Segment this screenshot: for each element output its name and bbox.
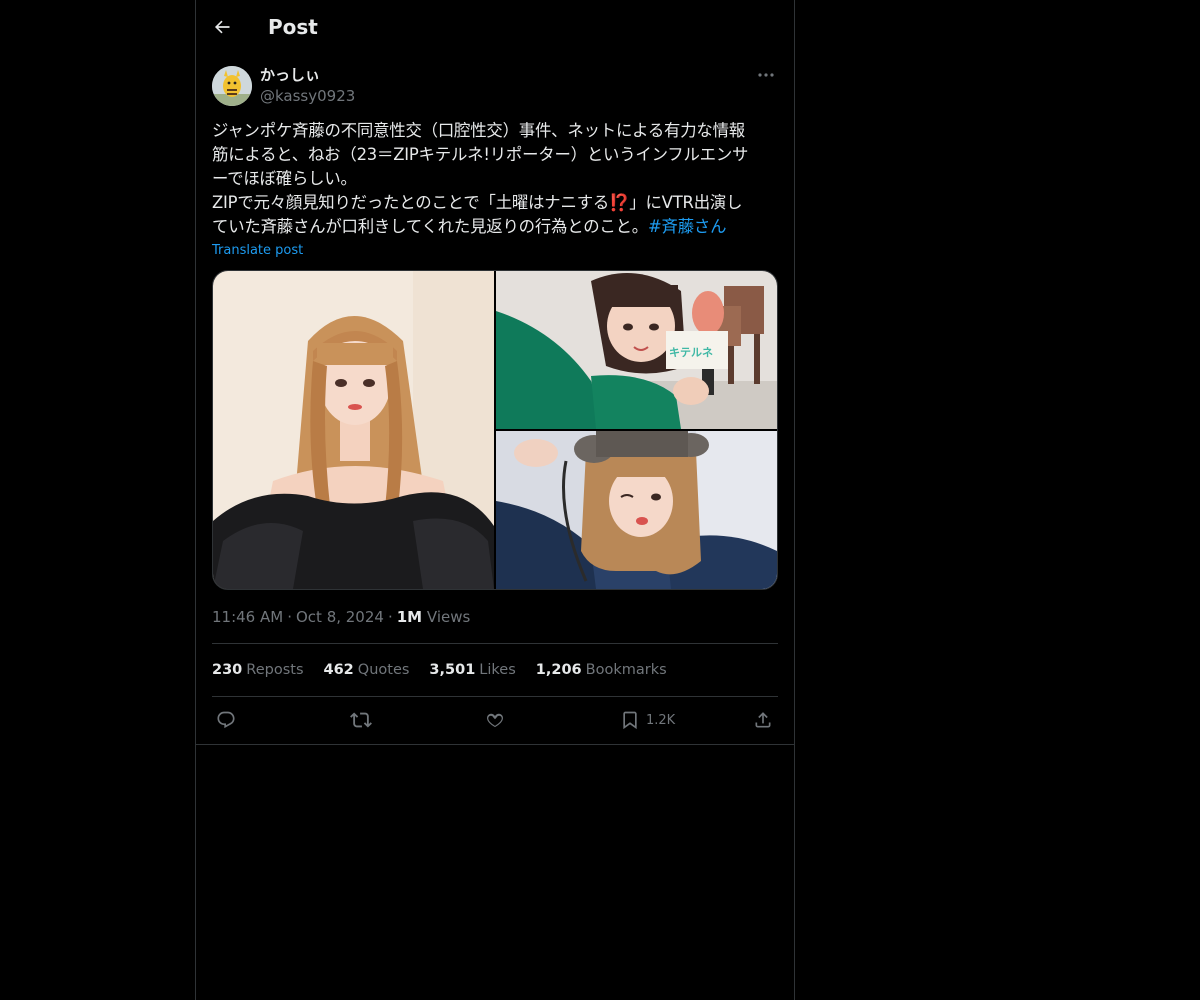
share-button[interactable] xyxy=(753,708,773,732)
post-bottom-border xyxy=(196,744,794,745)
like-button[interactable] xyxy=(485,708,505,732)
meta-separator: · xyxy=(287,608,292,626)
post-text-line: 筋によると、ねお（23＝ZIPキテルネ!リポーター）というインフルエンサ xyxy=(212,145,749,164)
avatar-image xyxy=(212,66,252,106)
author-name[interactable]: かっしぃ xyxy=(260,65,320,85)
media-grid: キテルネ xyxy=(212,270,778,590)
divider xyxy=(212,643,778,644)
author-handle[interactable]: @kassy0923 xyxy=(260,86,355,106)
page-title: Post xyxy=(268,15,318,39)
more-dots-icon xyxy=(758,73,774,77)
post-text-line: ていた斉藤さんが口利きしてくれた見返りの行為とのこと。#斉藤さん xyxy=(212,215,782,239)
stat-reposts[interactable]: 230 Reposts xyxy=(212,660,304,680)
stat-label: Reposts xyxy=(246,662,304,678)
photo-denim-jacket-selfie xyxy=(496,431,777,589)
heart-icon xyxy=(487,713,503,728)
avatar[interactable] xyxy=(212,66,252,106)
repost-icon xyxy=(350,712,372,728)
views-count: 1M xyxy=(396,608,423,626)
post-text-segment: 」にVTR出演し xyxy=(629,193,743,212)
reply-icon xyxy=(217,711,235,729)
post-author: かっしぃ @kassy0923 xyxy=(212,64,778,108)
stat-count: 230 xyxy=(212,662,243,678)
stat-likes[interactable]: 3,501 Likes xyxy=(429,660,515,680)
post-column: Post かっしぃ @kassy0923 ジャンポケ斉藤の不同意性交（口腔性交）… xyxy=(195,0,795,1000)
post-text-segment: ていた斉藤さんが口利きしてくれた見返りの行為とのこと。 xyxy=(212,217,648,236)
stat-bookmarks[interactable]: 1,206 Bookmarks xyxy=(536,660,667,680)
hashtag-link[interactable]: #斉藤さん xyxy=(648,217,726,236)
reply-button[interactable] xyxy=(216,708,236,732)
exclamation-question-icon: ⁉️ xyxy=(609,193,630,212)
stat-quotes[interactable]: 462 Quotes xyxy=(324,660,410,680)
post-date[interactable]: Oct 8, 2024 xyxy=(296,608,384,626)
back-button[interactable] xyxy=(204,9,240,45)
post-actions: 1.2K xyxy=(196,698,794,744)
stat-label: Likes xyxy=(479,662,516,678)
stat-count: 1,206 xyxy=(535,662,582,678)
media-photo-3[interactable] xyxy=(496,431,777,589)
stat-count: 3,501 xyxy=(429,662,476,678)
bookmark-icon xyxy=(623,711,637,730)
post-stats: 230 Reposts 462 Quotes 3,501 Likes 1,206 Boo… xyxy=(212,660,667,680)
more-button[interactable] xyxy=(754,64,778,86)
stat-count: 462 xyxy=(323,662,354,678)
repost-button[interactable] xyxy=(350,708,372,732)
photo-portrait-black-dress xyxy=(213,271,494,589)
views-label: Views xyxy=(426,608,471,626)
stat-label: Quotes xyxy=(357,662,410,678)
post-text-line: ZIPで元々顔見知りだったとのことで「土曜はナニする⁉️」にVTR出演し xyxy=(212,191,782,215)
arrow-left-icon xyxy=(214,20,230,34)
post-meta: 11:46 AM · Oct 8, 2024 · 1M Views xyxy=(212,607,470,627)
post-text-segment: ZIPで元々顔見知りだったとのことで「土曜はナニする xyxy=(212,193,610,212)
share-icon xyxy=(755,712,771,728)
media-photo-1[interactable] xyxy=(213,271,494,589)
stat-label: Bookmarks xyxy=(585,662,667,678)
divider xyxy=(212,696,778,697)
translate-post-link[interactable]: Translate post xyxy=(212,241,303,261)
post-time[interactable]: 11:46 AM xyxy=(212,608,283,626)
bookmark-button[interactable]: 1.2K xyxy=(620,708,675,732)
meta-separator: · xyxy=(387,608,393,626)
bookmark-count: 1.2K xyxy=(646,712,676,728)
post-text-line: ーでほぼ確らしい。 xyxy=(212,169,357,188)
post-header: Post xyxy=(196,0,794,54)
post-text-line: ジャンポケ斉藤の不同意性交（口腔性交）事件、ネットによる有力な情報 xyxy=(212,121,745,140)
post-text: ジャンポケ斉藤の不同意性交（口腔性交）事件、ネットによる有力な情報 筋によると、… xyxy=(212,119,782,239)
mic-flag-text: キテルネ xyxy=(669,346,713,359)
media-photo-2[interactable]: キテルネ xyxy=(496,271,777,429)
photo-green-top-microphone: キテルネ xyxy=(496,271,777,429)
